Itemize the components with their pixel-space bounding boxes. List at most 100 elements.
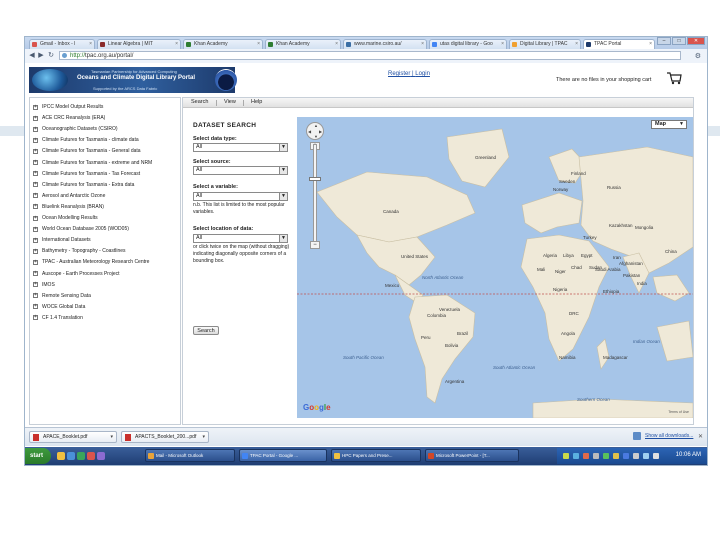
tab-close-icon[interactable]: × <box>501 41 504 47</box>
reload-icon[interactable]: ↻ <box>47 52 55 60</box>
variable-select[interactable]: All ▼ <box>193 192 288 201</box>
expand-icon[interactable]: + <box>33 160 38 165</box>
expand-icon[interactable]: + <box>33 104 38 110</box>
tree-item[interactable]: + IPCC Model Output Results <box>33 102 103 112</box>
expand-icon[interactable]: + <box>33 171 38 177</box>
wrench-icon[interactable]: ⚙ <box>695 52 701 60</box>
tree-item[interactable]: + WOCE Global Data <box>33 302 85 312</box>
tree-item[interactable]: + Climate Futures for Tasmania - Extra da… <box>33 180 134 190</box>
tree-item[interactable]: + Climate Futures for Tasmania - Tas Fore… <box>33 169 140 179</box>
expand-icon[interactable]: + <box>33 304 38 310</box>
tree-item[interactable]: + Climate Futures for Tasmania - extreme … <box>33 158 152 168</box>
data-type-select[interactable]: All ▼ <box>193 143 288 152</box>
world-map[interactable]: Greenland Canada United States North Atlant… <box>297 117 693 418</box>
tree-item[interactable]: + Climate Futures for Tasmania - climate … <box>33 135 139 145</box>
tray-icon[interactable] <box>653 453 659 459</box>
search-button[interactable]: Search <box>193 326 219 335</box>
tray-icon[interactable] <box>643 453 649 459</box>
tree-item[interactable]: + International Datasets <box>33 235 91 245</box>
tree-item[interactable]: + IMOS <box>33 280 55 290</box>
tab-close-icon[interactable]: × <box>175 41 178 47</box>
tab-close-icon[interactable]: × <box>257 41 260 47</box>
back-icon[interactable]: ◀ <box>28 52 36 60</box>
browser-tab[interactable]: Gmail - Inbox - l × <box>29 39 95 49</box>
expand-icon[interactable]: + <box>33 204 38 210</box>
map-type-select[interactable]: Map ▼ <box>651 120 687 129</box>
expand-icon[interactable]: + <box>33 215 38 221</box>
zoom-slider[interactable] <box>313 144 317 242</box>
menu-view[interactable]: View <box>224 99 236 105</box>
taskbar-button[interactable]: Microsoft PowerPoint - [T... <box>425 449 519 462</box>
start-button[interactable]: start <box>25 448 51 464</box>
tree-item[interactable]: + Oceanographic Datasets (CSIRO) <box>33 124 118 134</box>
browser-tab[interactable]: TPAC Portal × <box>583 39 655 49</box>
quicklaunch-icon[interactable] <box>87 452 95 460</box>
chevron-down-icon[interactable]: ▾ <box>110 434 113 440</box>
expand-icon[interactable]: + <box>33 293 38 299</box>
expand-icon[interactable]: + <box>33 248 38 254</box>
pan-control[interactable]: ▲ ◀ ▶ ▼ <box>306 122 324 140</box>
maximize-button[interactable]: □ <box>672 37 686 45</box>
tab-close-icon[interactable]: × <box>335 41 338 47</box>
tree-item[interactable]: + TPAC - Australian Meteorology Research … <box>33 257 149 267</box>
tree-item[interactable]: + Bluelink Reanalysis (BRAN) <box>33 202 104 212</box>
expand-icon[interactable]: + <box>33 182 38 188</box>
pan-down-icon[interactable]: ▼ <box>314 134 318 139</box>
show-all-downloads-link[interactable]: Show all downloads... <box>645 433 693 439</box>
expand-icon[interactable]: + <box>33 148 38 154</box>
login-link[interactable]: Login <box>415 71 430 77</box>
close-icon[interactable]: ✕ <box>698 433 703 440</box>
tree-item[interactable]: + Bathymetry - Topography - Coastlines <box>33 246 126 256</box>
zoom-slider-handle[interactable] <box>309 177 321 181</box>
tree-item[interactable]: + CF 1.4 Translation <box>33 313 83 323</box>
tree-item[interactable]: + ACE CRC Reanalysis (ERA) <box>33 113 105 123</box>
tray-icon[interactable] <box>573 453 579 459</box>
expand-icon[interactable]: + <box>33 259 38 265</box>
tab-close-icon[interactable]: × <box>575 41 578 47</box>
tree-item[interactable]: + Remote Sensing Data <box>33 291 91 301</box>
menu-help[interactable]: Help <box>251 99 262 105</box>
tab-close-icon[interactable]: × <box>89 41 92 47</box>
quicklaunch-icon[interactable] <box>67 452 75 460</box>
forward-icon[interactable]: ▶ <box>37 52 45 60</box>
taskbar-button[interactable]: HPC Papers and Prese... <box>331 449 421 462</box>
expand-icon[interactable]: + <box>33 193 38 199</box>
browser-tab[interactable]: Linear Algebra | MIT × <box>97 39 181 49</box>
browser-tab[interactable]: utas digital library - Goo × <box>429 39 507 49</box>
pan-right-icon[interactable]: ▶ <box>319 129 322 134</box>
quicklaunch-icon[interactable] <box>57 452 65 460</box>
download-item[interactable]: APACTS_Booklet_200...pdf ▾ <box>121 431 209 443</box>
tree-item[interactable]: + Aerosol and Antarctic Ozone <box>33 191 105 201</box>
expand-icon[interactable]: + <box>33 126 38 132</box>
expand-icon[interactable]: + <box>33 237 38 243</box>
tray-icon[interactable] <box>613 453 619 459</box>
minimize-button[interactable]: – <box>657 37 671 45</box>
download-item[interactable]: APACE_Booklet.pdf ▾ <box>29 431 117 443</box>
zoom-out-button[interactable]: − <box>310 241 320 249</box>
location-select[interactable]: All ▼ <box>193 234 288 243</box>
expand-icon[interactable]: + <box>33 115 38 121</box>
tray-icon[interactable] <box>603 453 609 459</box>
taskbar-button[interactable]: Mail - Microsoft Outlook <box>145 449 235 462</box>
tree-item[interactable]: + Auscope - Earth Processes Project <box>33 269 120 279</box>
tab-close-icon[interactable]: × <box>421 41 424 47</box>
pan-up-icon[interactable]: ▲ <box>314 123 318 128</box>
expand-icon[interactable]: + <box>33 226 38 232</box>
quicklaunch-icon[interactable] <box>77 452 85 460</box>
browser-tab[interactable]: Khan Academy × <box>265 39 341 49</box>
tray-icon[interactable] <box>593 453 599 459</box>
menu-search[interactable]: Search <box>191 99 208 105</box>
browser-tab[interactable]: Khan Academy × <box>183 39 263 49</box>
tree-item[interactable]: + Climate Futures for Tasmania - General … <box>33 146 141 156</box>
tray-icon[interactable] <box>563 453 569 459</box>
tree-item[interactable]: + Ocean Modelling Results <box>33 213 98 223</box>
tree-item[interactable]: + World Ocean Database 2005 (WOD05) <box>33 224 129 234</box>
expand-icon[interactable]: + <box>33 271 38 276</box>
chevron-down-icon[interactable]: ▾ <box>202 434 205 440</box>
terms-link[interactable]: Terms of Use <box>668 410 689 414</box>
tab-close-icon[interactable]: × <box>649 41 652 47</box>
expand-icon[interactable]: + <box>33 137 38 143</box>
browser-tab[interactable]: www.marine.csiro.au/ × <box>343 39 427 49</box>
shopping-cart-icon[interactable] <box>666 71 682 85</box>
tray-icon[interactable] <box>583 453 589 459</box>
